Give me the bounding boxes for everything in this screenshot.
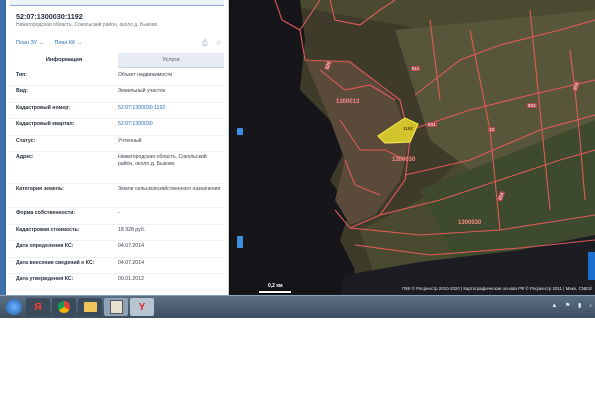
field-value: Учтенный [118,138,142,144]
panel-address: Нижегородская область, Сокольский район,… [16,22,158,28]
parcel-label: 831 [427,122,437,127]
field-label: Кадастровый квартал: [16,121,75,127]
windows-taskbar: Я Y ▲ ⚑ ▮ ♪ [0,295,595,318]
info-row: Статус: Учтенный [10,135,224,152]
cadastral-quarter-link[interactable]: 52:07:1300030 [118,121,222,128]
network-icon[interactable]: ▮ [578,303,581,309]
field-value: - [118,210,120,216]
field-label: Форма собственности: [16,210,76,216]
info-row: Кадастровый номер: 52:07:1300030:1192 [10,102,224,119]
info-row: Вид: Земельный участок [10,85,224,103]
desktop-screen: 1300013 1300030 1300030 1192 831 829 832… [0,0,595,295]
field-label: Адрес: [16,154,34,160]
field-value: Земли сельскохозяйственного назначения [118,186,221,192]
scale-label: 0,2 км [268,283,283,289]
scale-bar [258,290,292,294]
info-row: Адрес: Нижегородская область, Сокольский… [10,151,224,184]
folder-icon[interactable] [78,298,102,316]
field-label: Дата определения КС: [16,243,74,249]
field-value: 18 328 руб. [118,227,146,233]
favorite-star-icon[interactable]: ☆ [216,40,222,47]
info-row: Дата утверждения КС: 09.01.2012 [10,273,224,290]
below-screen-blank [0,318,595,420]
field-label: Тип: [16,72,28,78]
parcel-label: 811 [411,66,421,71]
panel-tabs: Информация Услуги [10,53,224,68]
field-label: Статус: [16,138,36,144]
info-row: Кадастровая стоимость: 18 328 руб. [10,224,224,241]
field-label: Категория земель: [16,186,64,192]
chrome-icon[interactable] [52,298,76,316]
info-panel: 52:07:1300030:1192 Нижегородская область… [6,0,229,295]
taskbar-yandex-icon[interactable]: Я [26,298,50,316]
field-value: Объект недвижимости [118,72,173,78]
quarter-label: 1300030 [392,157,416,163]
cadastral-number-link[interactable]: 52:07:1300030:1192 [118,105,222,112]
map-attribution: ПКК © Росреестр 2010-2020 | Картографиче… [402,286,592,291]
info-row: Дата внесения сведений о КС: 04.07.2014 [10,257,224,274]
start-button[interactable] [6,299,22,315]
info-row: Категория земель: Земли сельскохозяйстве… [10,183,224,208]
yandex-browser-icon[interactable]: Y [130,298,154,316]
tab-information[interactable]: Информация [10,53,118,68]
plan-zu-link[interactable]: План ЗУ → [16,40,44,46]
field-label: Кадастровая стоимость: [16,227,80,233]
field-label: Вид: [16,88,28,94]
tray-arrow-icon[interactable]: ▲ [551,303,557,309]
field-value: 04.07.2014 [118,243,144,249]
info-row: Кадастровый квартал: 52:07:1300030 [10,118,224,136]
field-label: Дата внесения сведений о КС: [16,260,95,266]
plan-links: План ЗУ → План КК → [16,40,91,46]
zoom-marker[interactable] [237,128,243,135]
flag-icon[interactable]: ⚑ [565,303,570,309]
parcel-label: 13 [488,127,496,132]
field-value: Нижегородская область, Сокольский район,… [118,154,207,167]
parcel-label-selected: 1192 [403,126,413,131]
map-right-edge-button[interactable] [588,252,595,280]
field-value: 04.07.2014 [118,260,144,266]
map-zoom-rail[interactable] [237,0,244,290]
parcel-label: 832 [527,103,537,108]
volume-icon[interactable]: ♪ [589,303,592,309]
print-icon[interactable]: ⎙ [202,40,208,47]
quarter-label: 1300013 [336,99,360,105]
contacts-icon[interactable] [104,298,128,316]
quarter-label: 1300030 [458,220,482,226]
tab-services[interactable]: Услуги [118,53,224,68]
field-value: 09.01.2012 [118,276,144,282]
field-label: Кадастровый номер: [16,105,71,111]
info-row: Тип: Объект недвижимости [10,69,224,86]
panel-title: 52:07:1300030:1192 [16,12,83,21]
plan-kk-link[interactable]: План КК → [55,40,83,46]
field-label: Дата утверждения КС: [16,276,74,282]
zoom-marker[interactable] [237,236,243,248]
info-row: Дата определения КС: 04.07.2014 [10,240,224,258]
panel-search-bar[interactable] [10,0,224,6]
info-row: Форма собственности: - [10,207,224,225]
panel-actions: ⎙ ☆ [196,39,222,48]
field-value: Земельный участок [118,88,166,94]
system-tray: ▲ ⚑ ▮ ♪ [545,302,592,309]
